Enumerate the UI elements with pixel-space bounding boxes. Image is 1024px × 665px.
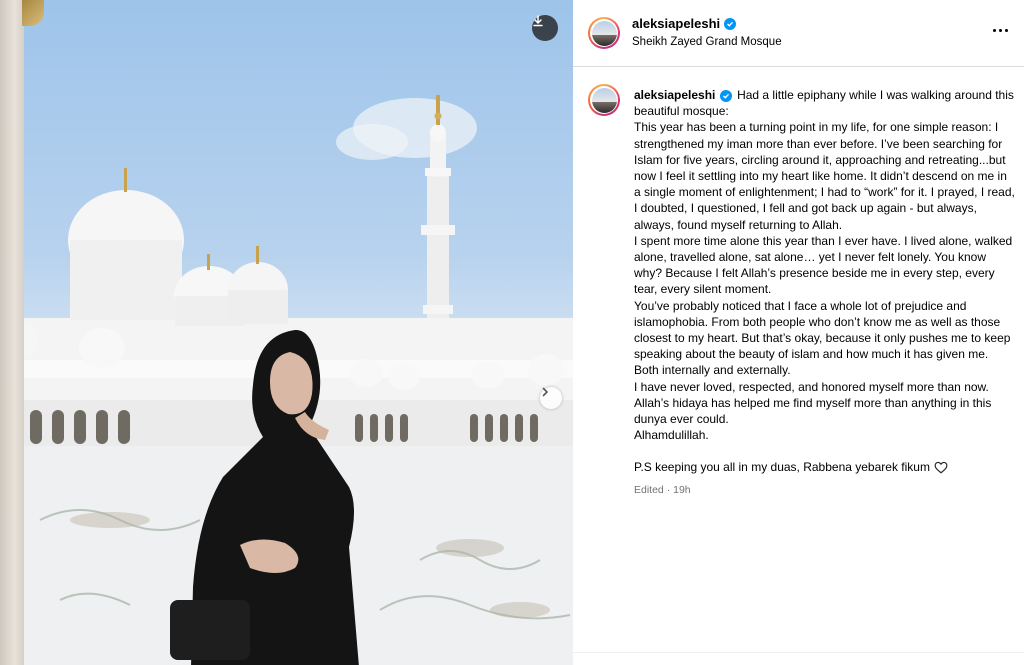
post-meta: Edited · 19h — [634, 482, 1016, 498]
next-slide-button[interactable] — [540, 387, 562, 409]
location-link[interactable]: Sheikh Zayed Grand Mosque — [632, 36, 782, 48]
more-options-button[interactable] — [990, 23, 1010, 37]
caption-paragraph: I have never loved, respected, and honor… — [634, 379, 992, 427]
meta-separator: · — [666, 483, 671, 496]
caption-ps-line: P.S keeping you all in my duas, Rabbena … — [634, 459, 1016, 475]
chevron-right-icon — [542, 387, 549, 397]
caption-ps: P.S keeping you all in my duas, Rabbena … — [634, 460, 930, 475]
profile-picture — [591, 20, 617, 46]
caption-intro-line: aleksiapeleshi Had a little epiphany whi… — [634, 87, 1016, 119]
profile-picture — [591, 87, 617, 113]
divider — [573, 652, 1024, 653]
caption-text: aleksiapeleshi Had a little epiphany whi… — [634, 87, 1016, 498]
edited-label: Edited — [634, 483, 664, 496]
download-icon — [533, 15, 543, 27]
mosque-photo-scene — [14, 95, 573, 665]
verified-badge-icon — [724, 17, 737, 30]
post-header: aleksiapeleshi Sheikh Zayed Grand Mosque — [573, 0, 1024, 67]
caption-paragraph: Alhamdulillah. — [634, 428, 709, 443]
post-photo[interactable] — [0, 0, 573, 665]
verified-badge-icon — [719, 90, 732, 102]
caption-paragraph: You’ve probably noticed that I face a wh… — [634, 298, 1011, 378]
download-button[interactable] — [532, 15, 558, 41]
header-username-link[interactable]: aleksiapeleshi — [632, 16, 737, 31]
timestamp[interactable]: 19h — [673, 484, 691, 496]
avatar[interactable] — [588, 17, 620, 49]
caption-username[interactable]: aleksiapeleshi — [634, 88, 715, 102]
more-options-icon — [992, 28, 996, 32]
header-username[interactable]: aleksiapeleshi — [632, 16, 720, 31]
foreground-column — [0, 0, 24, 665]
post-details-panel: aleksiapeleshi Sheikh Zayed Grand Mosque… — [573, 0, 1024, 665]
caption-avatar[interactable] — [588, 84, 620, 116]
heart-icon[interactable] — [934, 461, 948, 474]
caption-paragraph: I spent more time alone this year than I… — [634, 233, 1013, 297]
caption-paragraph: This year has been a turning point in my… — [634, 120, 1015, 232]
